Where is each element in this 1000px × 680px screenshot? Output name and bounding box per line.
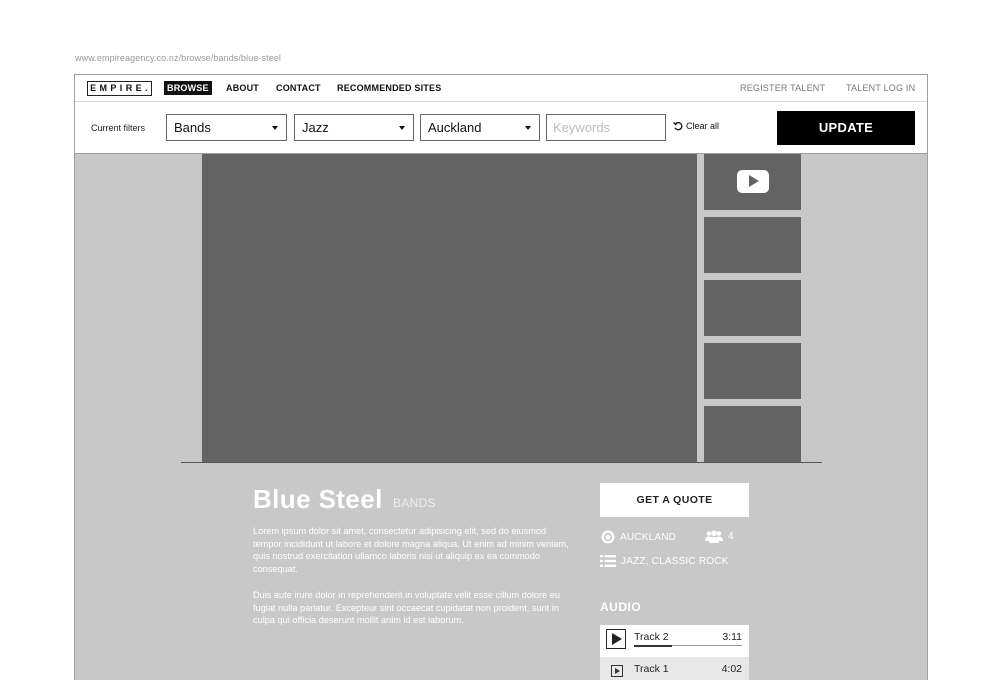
nav-talent-login[interactable]: TALENT LOG IN <box>846 83 915 93</box>
media-thumbnail[interactable] <box>704 406 801 462</box>
profile-description: Duis aute irure dolor in reprehenderit i… <box>253 590 560 626</box>
play-icon[interactable] <box>611 665 623 677</box>
category-select-value: Bands <box>174 120 211 135</box>
chevron-down-icon <box>399 126 405 130</box>
category-select[interactable]: Bands <box>166 114 287 141</box>
nav-about[interactable]: ABOUT <box>226 83 259 93</box>
nav-recommended-sites[interactable]: RECOMMENDED SITES <box>337 83 441 93</box>
location-select-value: Auckland <box>428 120 482 135</box>
browser-frame: EMPIRE. BROWSE ABOUT CONTACT RECOMMENDED… <box>74 74 928 680</box>
genres-label: JAZZ, CLASSIC ROCK <box>621 555 729 567</box>
get-quote-button[interactable]: GET A QUOTE <box>600 483 749 517</box>
genre-select-value: Jazz <box>302 120 329 135</box>
empire-logo[interactable]: EMPIRE. <box>87 81 152 96</box>
genres-info: JAZZ, CLASSIC ROCK <box>600 555 729 567</box>
update-button[interactable]: UPDATE <box>777 111 915 145</box>
track-name: Track 1 <box>634 663 669 675</box>
nav-contact[interactable]: CONTACT <box>276 83 321 93</box>
list-icon <box>600 555 616 567</box>
profile-description: Lorem ipsum dolor sit amet, consectetur … <box>253 526 569 574</box>
genre-select[interactable]: Jazz <box>294 114 414 141</box>
profile-category: BANDS <box>393 496 436 510</box>
refresh-icon <box>673 121 683 131</box>
members-count: 4 <box>728 531 734 542</box>
location-info: AUCKLAND <box>601 530 676 544</box>
play-icon <box>737 170 769 193</box>
main-video[interactable] <box>202 154 697 462</box>
location-select[interactable]: Auckland <box>420 114 540 141</box>
media-divider <box>181 462 822 463</box>
play-icon[interactable] <box>606 629 626 649</box>
top-nav: EMPIRE. BROWSE ABOUT CONTACT RECOMMENDED… <box>75 75 927 102</box>
audio-heading: AUDIO <box>600 600 642 614</box>
keywords-input[interactable] <box>546 114 666 141</box>
filter-bar: Current filters Bands Jazz Auckland Clea… <box>75 102 927 154</box>
audio-track[interactable]: Track 2 3:11 <box>600 625 749 657</box>
video-thumbnail[interactable] <box>704 154 801 210</box>
group-icon <box>705 530 723 543</box>
track-progress-fill <box>634 644 672 647</box>
audio-track[interactable]: Track 1 4:02 <box>600 657 749 680</box>
chevron-down-icon <box>525 126 531 130</box>
media-thumbnail[interactable] <box>704 280 801 336</box>
clear-all-button[interactable]: Clear all <box>673 121 719 131</box>
track-duration: 3:11 <box>722 631 742 643</box>
track-duration: 4:02 <box>721 663 742 675</box>
media-thumbnail[interactable] <box>704 343 801 399</box>
clear-all-label: Clear all <box>686 121 720 131</box>
track-name: Track 2 <box>634 631 669 643</box>
filters-label: Current filters <box>91 123 146 133</box>
track-progress-bar[interactable] <box>634 644 742 647</box>
nav-browse[interactable]: BROWSE <box>164 81 212 95</box>
chevron-down-icon <box>272 126 278 130</box>
media-thumbnail[interactable] <box>704 217 801 273</box>
location-icon <box>601 530 615 544</box>
members-info: 4 <box>705 530 734 543</box>
nav-register-talent[interactable]: REGISTER TALENT <box>740 83 825 93</box>
page-url: www.empireagency.co.nz/browse/bands/blue… <box>75 53 282 63</box>
profile-title: Blue Steel <box>253 484 383 514</box>
location-label: AUCKLAND <box>620 531 677 543</box>
